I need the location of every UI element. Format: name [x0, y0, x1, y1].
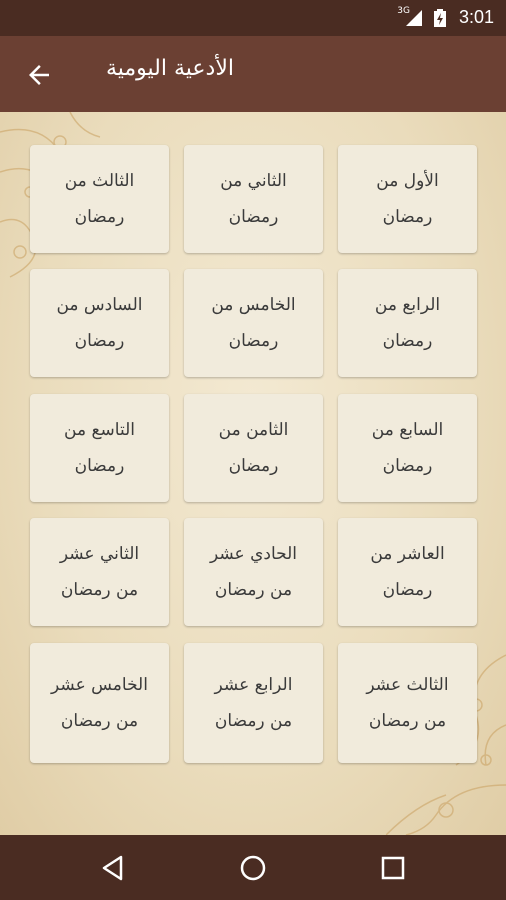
day-15-tile[interactable]: الخامس عشر من رمضان [30, 643, 169, 763]
day-3-tile[interactable]: الثالث من رمضان [30, 145, 169, 253]
day-10-tile[interactable]: العاشر من رمضان [338, 518, 477, 626]
app-bar: الأدعية اليومية [0, 36, 506, 112]
day-2-tile[interactable]: الثاني من رمضان [184, 145, 323, 253]
tile-label: الثاني من رمضان [220, 171, 287, 227]
status-bar: 3G 3:01 [0, 0, 506, 36]
back-triangle-icon[interactable] [98, 853, 128, 883]
tile-label: العاشر من رمضان [370, 544, 445, 600]
tile-label: التاسع من رمضان [64, 420, 135, 476]
home-circle-icon[interactable] [238, 853, 268, 883]
tile-label: الثامن من رمضان [218, 420, 289, 476]
day-13-tile[interactable]: الثالث عشر من رمضان [338, 643, 477, 763]
tile-label: الأول من رمضان [376, 171, 439, 227]
day-9-tile[interactable]: التاسع من رمضان [30, 394, 169, 502]
tile-label: الخامس من رمضان [211, 295, 296, 351]
tile-label: الثالث عشر من رمضان [366, 675, 449, 731]
day-7-tile[interactable]: السابع من رمضان [338, 394, 477, 502]
day-4-tile[interactable]: الرابع من رمضان [338, 269, 477, 377]
tile-label: الثالث من رمضان [64, 171, 135, 227]
supplications-grid: الأول من رمضان الثاني من رمضان الثالث من… [0, 112, 506, 835]
recents-square-icon[interactable] [378, 853, 408, 883]
tile-label: الرابع عشر من رمضان [214, 675, 293, 731]
day-1-tile[interactable]: الأول من رمضان [338, 145, 477, 253]
day-14-tile[interactable]: الرابع عشر من رمضان [184, 643, 323, 763]
day-5-tile[interactable]: الخامس من رمضان [184, 269, 323, 377]
day-12-tile[interactable]: الثاني عشر من رمضان [30, 518, 169, 626]
day-11-tile[interactable]: الحادي عشر من رمضان [184, 518, 323, 626]
battery-icon [434, 9, 446, 27]
tile-label: الحادي عشر من رمضان [209, 544, 298, 600]
tile-label: السادس من رمضان [56, 295, 143, 351]
signal-icon [406, 10, 422, 26]
tile-label: الرابع من رمضان [374, 295, 441, 351]
tile-label: الخامس عشر من رمضان [51, 675, 148, 731]
clock: 3:01 [458, 7, 494, 27]
tile-label: السابع من رمضان [371, 420, 444, 476]
navigation-bar [0, 835, 506, 900]
day-6-tile[interactable]: السادس من رمضان [30, 269, 169, 377]
day-8-tile[interactable]: الثامن من رمضان [184, 394, 323, 502]
page-title: الأدعية اليومية [105, 56, 234, 81]
tile-label: الثاني عشر من رمضان [59, 544, 140, 600]
back-arrow-icon[interactable] [24, 60, 54, 90]
